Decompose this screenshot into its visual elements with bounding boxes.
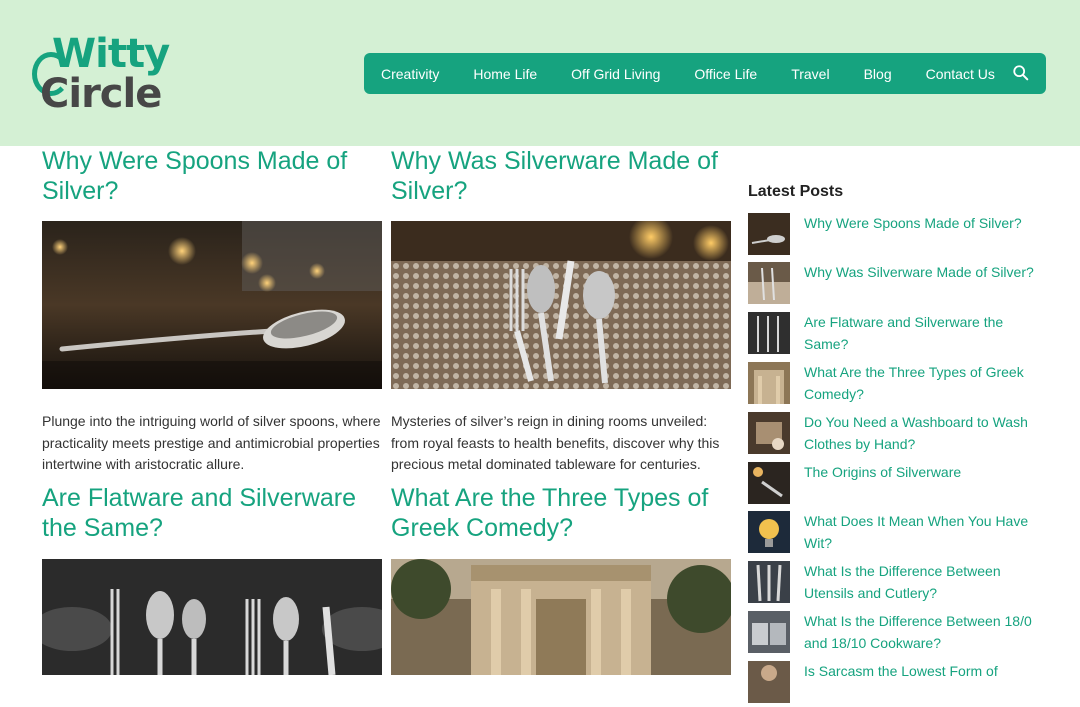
latest-post-item: Why Were Spoons Made of Silver? bbox=[748, 213, 1048, 259]
post-title[interactable]: Why Were Spoons Made of Silver? bbox=[42, 146, 382, 206]
latest-post-link[interactable]: The Origins of Silverware bbox=[804, 462, 1044, 484]
latest-post-item: Why Was Silverware Made of Silver? bbox=[748, 262, 1048, 308]
latest-post-link[interactable]: Is Sarcasm the Lowest Form of bbox=[804, 661, 1044, 683]
search-icon[interactable] bbox=[1012, 64, 1030, 82]
nav-item-travel[interactable]: Travel bbox=[791, 66, 829, 82]
post-image-silverware[interactable] bbox=[391, 221, 731, 389]
post-image-spoon[interactable] bbox=[42, 221, 382, 389]
nav-item-office-life[interactable]: Office Life bbox=[694, 66, 757, 82]
post-title[interactable]: Are Flatware and Silverware the Same? bbox=[42, 483, 382, 543]
latest-post-item: What Is the Difference Between 18/0 and … bbox=[748, 611, 1048, 657]
post-image-greek-theater[interactable] bbox=[391, 559, 731, 675]
latest-post-link[interactable]: What Are the Three Types of Greek Comedy… bbox=[804, 362, 1044, 405]
latest-post-thumbnail[interactable] bbox=[748, 412, 790, 454]
post-title[interactable]: What Are the Three Types of Greek Comedy… bbox=[391, 483, 731, 543]
latest-post-item: What Are the Three Types of Greek Comedy… bbox=[748, 362, 1048, 408]
site-logo[interactable]: Witty Circle bbox=[32, 30, 172, 120]
latest-post-item: What Does It Mean When You Have Wit? bbox=[748, 511, 1048, 557]
latest-post-link[interactable]: What Does It Mean When You Have Wit? bbox=[804, 511, 1044, 554]
post-excerpt: Mysteries of silver’s reign in dining ro… bbox=[391, 413, 720, 472]
nav-item-blog[interactable]: Blog bbox=[864, 66, 892, 82]
latest-post-thumbnail[interactable] bbox=[748, 661, 790, 703]
site-header: Witty Circle Creativity Home Life Off Gr… bbox=[0, 0, 1080, 146]
latest-post-thumbnail[interactable] bbox=[748, 462, 790, 504]
latest-post-item: The Origins of Silverware bbox=[748, 462, 1048, 508]
latest-post-item: Are Flatware and Silverware the Same? bbox=[748, 312, 1048, 358]
latest-post-item: Do You Need a Washboard to Wash Clothes … bbox=[748, 412, 1048, 458]
post-title[interactable]: Why Was Silverware Made of Silver? bbox=[391, 146, 731, 206]
nav-item-off-grid-living[interactable]: Off Grid Living bbox=[571, 66, 660, 82]
post-image-flatware[interactable] bbox=[42, 559, 382, 675]
latest-post-link[interactable]: Why Were Spoons Made of Silver? bbox=[804, 213, 1044, 235]
post-card: Why Were Spoons Made of Silver? bbox=[42, 146, 382, 206]
nav-item-contact-us[interactable]: Contact Us bbox=[926, 66, 995, 82]
post-card: Why Was Silverware Made of Silver? bbox=[391, 146, 731, 206]
latest-post-link[interactable]: What Is the Difference Between Utensils … bbox=[804, 561, 1044, 604]
latest-post-thumbnail[interactable] bbox=[748, 213, 790, 255]
post-card: Are Flatware and Silverware the Same? bbox=[42, 483, 382, 543]
post-card: What Are the Three Types of Greek Comedy… bbox=[391, 483, 731, 543]
latest-post-link[interactable]: What Is the Difference Between 18/0 and … bbox=[804, 611, 1044, 654]
nav-item-home-life[interactable]: Home Life bbox=[473, 66, 537, 82]
main-nav: Creativity Home Life Off Grid Living Off… bbox=[364, 53, 1046, 94]
post-excerpt: Plunge into the intriguing world of silv… bbox=[42, 413, 381, 472]
latest-post-thumbnail[interactable] bbox=[748, 362, 790, 404]
logo-text-bottom: Circle bbox=[40, 71, 162, 117]
sidebar-title: Latest Posts bbox=[748, 183, 844, 200]
latest-post-thumbnail[interactable] bbox=[748, 511, 790, 553]
latest-post-link[interactable]: Are Flatware and Silverware the Same? bbox=[804, 312, 1044, 355]
latest-post-thumbnail[interactable] bbox=[748, 312, 790, 354]
nav-item-creativity[interactable]: Creativity bbox=[381, 66, 439, 82]
latest-post-item: What Is the Difference Between Utensils … bbox=[748, 561, 1048, 607]
latest-post-link[interactable]: Why Was Silverware Made of Silver? bbox=[804, 262, 1044, 284]
logo-text-top: Witty bbox=[52, 31, 170, 77]
latest-post-link[interactable]: Do You Need a Washboard to Wash Clothes … bbox=[804, 412, 1044, 455]
latest-post-thumbnail[interactable] bbox=[748, 611, 790, 653]
latest-post-thumbnail[interactable] bbox=[748, 262, 790, 304]
latest-post-item: Is Sarcasm the Lowest Form of bbox=[748, 661, 1048, 707]
latest-post-thumbnail[interactable] bbox=[748, 561, 790, 603]
